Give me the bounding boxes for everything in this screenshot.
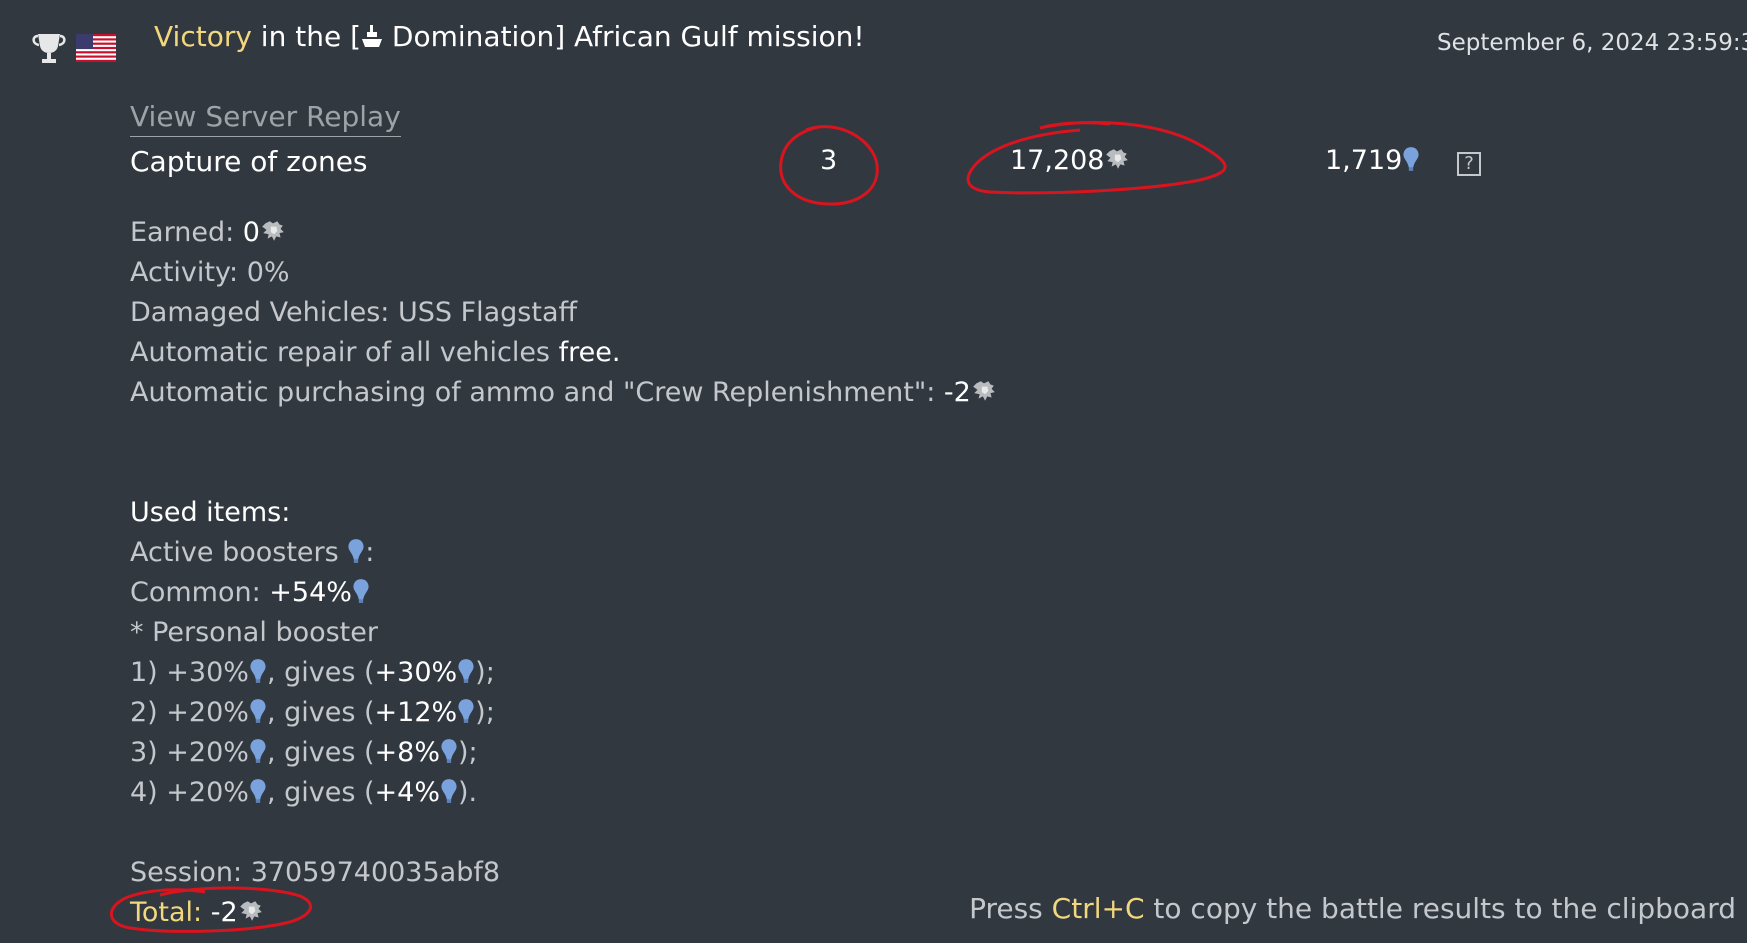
booster-end: ). xyxy=(457,777,478,808)
research-point-icon xyxy=(1402,146,1420,172)
active-boosters-suffix: : xyxy=(365,537,375,568)
earned-label: Earned: xyxy=(130,217,243,248)
repair-line: Automatic repair of all vehicles free. xyxy=(130,333,620,373)
used-items-heading: Used items: xyxy=(130,497,291,528)
view-replay-link[interactable]: View Server Replay xyxy=(130,100,401,137)
booster-mid: , gives ( xyxy=(266,657,375,688)
booster-value: +30% xyxy=(374,657,458,688)
research-point-icon xyxy=(352,578,370,604)
research-point-icon xyxy=(457,698,475,724)
booster-mid: , gives ( xyxy=(266,777,375,808)
common-label: Common: xyxy=(130,577,270,608)
purchase-label: Automatic purchasing of ammo and "Crew R… xyxy=(130,377,944,408)
research-point-icon xyxy=(249,698,267,724)
copy-hint-pre: Press xyxy=(969,892,1052,925)
common-value: +54% xyxy=(269,577,352,608)
repair-value: free. xyxy=(558,337,621,368)
booster-end: ); xyxy=(475,657,495,688)
active-boosters-line: Active boosters : xyxy=(130,533,374,573)
zone-capture-count: 3 xyxy=(820,145,838,176)
booster-line: 1) +30% , gives (+30%); xyxy=(130,653,495,693)
booster-prefix: 1) +30% xyxy=(130,657,249,688)
booster-end: ); xyxy=(457,737,478,768)
trophy-icon xyxy=(30,28,68,73)
ship-icon xyxy=(361,23,383,56)
booster-prefix: 3) +20% xyxy=(130,737,249,768)
research-point-icon xyxy=(249,738,267,764)
us-flag-icon xyxy=(76,34,116,69)
zone-lions-value: 17,208 xyxy=(1010,145,1105,176)
repair-label: Automatic repair of all vehicles xyxy=(130,337,559,368)
booster-value: +8% xyxy=(374,737,440,768)
research-point-icon xyxy=(249,658,267,684)
research-point-icon xyxy=(457,658,475,684)
battle-timestamp: September 6, 2024 23:59:31 xyxy=(1437,30,1747,56)
mission-title: Victory in the [ Domination] African Gul… xyxy=(154,20,865,56)
lion-icon xyxy=(260,218,286,244)
common-booster-line: Common: +54% xyxy=(130,573,370,613)
purchase-line: Automatic purchasing of ammo and "Crew R… xyxy=(130,373,997,413)
total-label: Total: xyxy=(130,897,203,928)
result-word: Victory xyxy=(154,20,252,53)
title-post: Domination] African Gulf mission! xyxy=(383,20,865,53)
copy-hint-key: Ctrl+C xyxy=(1051,892,1145,925)
active-boosters-label: Active boosters xyxy=(130,537,348,568)
booster-prefix: 2) +20% xyxy=(130,697,249,728)
zone-capture-rp: 1,719 xyxy=(1325,145,1420,176)
activity-line: Activity: 0% xyxy=(130,257,290,288)
booster-mid: , gives ( xyxy=(266,697,375,728)
copy-hint: Press Ctrl+C to copy the battle results … xyxy=(969,892,1736,925)
total-line: Total: -2 xyxy=(130,893,264,933)
research-point-icon xyxy=(347,538,365,564)
zone-capture-label: Capture of zones xyxy=(130,145,368,178)
earned-line: Earned: 0 xyxy=(130,213,286,253)
lion-icon xyxy=(1104,146,1130,172)
booster-line: 4) +20% , gives (+4%). xyxy=(130,773,477,813)
booster-prefix: 4) +20% xyxy=(130,777,249,808)
help-icon[interactable]: ? xyxy=(1457,152,1481,176)
total-value: -2 xyxy=(202,897,238,928)
damaged-vehicles-line: Damaged Vehicles: USS Flagstaff xyxy=(130,297,578,328)
session-id: Session: 37059740035abf8 xyxy=(130,857,501,888)
research-point-icon xyxy=(249,778,267,804)
zone-capture-lions: 17,208 xyxy=(1010,145,1130,176)
title-pre: in the [ xyxy=(251,20,362,53)
booster-line: 2) +20% , gives (+12%); xyxy=(130,693,495,733)
booster-line: 3) +20% , gives (+8%); xyxy=(130,733,478,773)
booster-value: +12% xyxy=(374,697,458,728)
earned-value: 0 xyxy=(242,217,260,248)
zone-rp-value: 1,719 xyxy=(1325,145,1403,176)
purchase-value: -2 xyxy=(943,377,971,408)
booster-value: +4% xyxy=(374,777,440,808)
copy-hint-post: to copy the battle results to the clipbo… xyxy=(1144,892,1736,925)
research-point-icon xyxy=(440,778,458,804)
lion-icon xyxy=(238,898,264,924)
research-point-icon xyxy=(440,738,458,764)
lion-icon xyxy=(971,378,997,404)
booster-mid: , gives ( xyxy=(266,737,375,768)
booster-end: ); xyxy=(475,697,495,728)
circle-annotation xyxy=(1039,121,1111,130)
personal-booster-line: * Personal booster xyxy=(130,617,378,648)
